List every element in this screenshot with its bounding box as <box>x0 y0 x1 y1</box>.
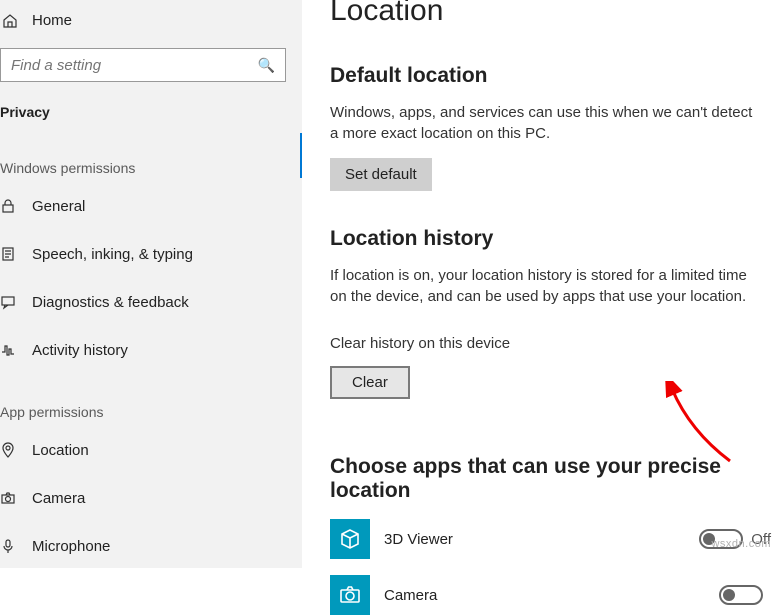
sidebar-item-label: Diagnostics & feedback <box>32 294 189 311</box>
sidebar-group-title: App permissions <box>0 374 302 426</box>
clear-history-label: Clear history on this device <box>330 335 777 352</box>
set-default-button[interactable]: Set default <box>330 158 432 191</box>
lock-icon <box>0 198 18 214</box>
sidebar-item-label: General <box>32 198 85 215</box>
nav-home-label: Home <box>32 12 72 29</box>
toggle-camera[interactable] <box>719 585 763 605</box>
microphone-icon <box>0 538 18 554</box>
feedback-icon <box>0 294 18 310</box>
sidebar-item-activity[interactable]: Activity history <box>0 326 302 374</box>
clear-button[interactable]: Clear <box>330 366 410 399</box>
location-icon <box>0 442 18 458</box>
search-input[interactable] <box>11 57 258 74</box>
nav-home[interactable]: Home <box>0 0 302 48</box>
default-location-heading: Default location <box>330 64 777 88</box>
search-icon: 🔍 <box>258 57 275 74</box>
camera-icon <box>0 490 18 506</box>
sidebar-item-microphone[interactable]: Microphone <box>0 522 302 570</box>
sidebar-section-title: Privacy <box>0 82 302 130</box>
location-history-body: If location is on, your location history… <box>330 265 760 307</box>
activity-icon <box>0 342 18 358</box>
sidebar-item-label: Microphone <box>32 538 110 555</box>
sidebar-item-general[interactable]: General <box>0 182 302 230</box>
sidebar-item-location[interactable]: Location <box>0 426 302 474</box>
home-icon <box>2 13 18 29</box>
sidebar-item-label: Camera <box>32 490 85 507</box>
app-icon-camera <box>330 575 370 615</box>
default-location-body: Windows, apps, and services can use this… <box>330 102 760 144</box>
app-row: Camera <box>330 575 777 615</box>
watermark: wsxdn.com <box>711 538 771 550</box>
page-title: Location <box>330 0 777 28</box>
sidebar-item-camera[interactable]: Camera <box>0 474 302 522</box>
sidebar-group-title: Windows permissions <box>0 130 302 182</box>
app-icon-3dviewer <box>330 519 370 559</box>
choose-apps-heading: Choose apps that can use your precise lo… <box>330 455 777 503</box>
app-row: 3D Viewer Off <box>330 519 777 559</box>
search-input-wrap[interactable]: 🔍 <box>0 48 286 82</box>
sidebar: Home 🔍 Privacy Windows permissions Gener… <box>0 0 302 568</box>
sidebar-item-label: Speech, inking, & typing <box>32 246 193 263</box>
clipboard-icon <box>0 246 18 262</box>
location-history-heading: Location history <box>330 227 777 251</box>
content-pane: Location Default location Windows, apps,… <box>302 0 777 568</box>
sidebar-item-speech[interactable]: Speech, inking, & typing <box>0 230 302 278</box>
sidebar-item-label: Location <box>32 442 89 459</box>
sidebar-item-diagnostics[interactable]: Diagnostics & feedback <box>0 278 302 326</box>
sidebar-item-label: Activity history <box>32 342 128 359</box>
